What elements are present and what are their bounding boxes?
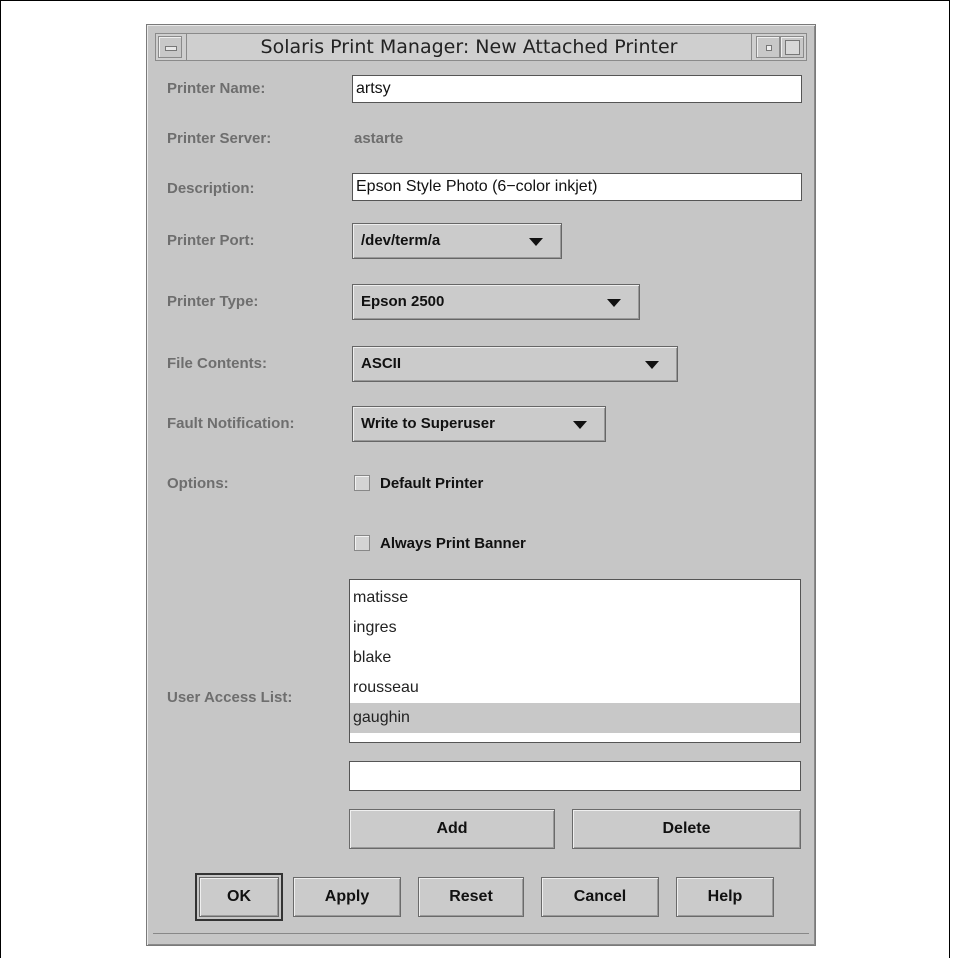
chevron-down-icon <box>645 361 659 369</box>
default-printer-checkbox[interactable] <box>354 475 370 491</box>
list-item[interactable]: rousseau <box>350 673 800 703</box>
printer-name-field[interactable]: artsy <box>352 75 802 103</box>
maximize-button[interactable] <box>780 36 804 58</box>
help-button[interactable]: Help <box>676 877 774 917</box>
description-field[interactable]: Epson Style Photo (6−color inkjet) <box>352 173 802 201</box>
minimize-icon <box>766 45 772 51</box>
window-title: Solaris Print Manager: New Attached Prin… <box>186 34 752 60</box>
user-access-listbox[interactable]: matisse ingres blake rousseau gaughin <box>349 579 801 743</box>
file-contents-value: ASCII <box>361 355 402 372</box>
printer-type-label: Printer Type: <box>167 293 259 310</box>
file-contents-dropdown[interactable]: ASCII <box>352 346 678 382</box>
delete-button[interactable]: Delete <box>572 809 801 849</box>
print-manager-window: Solaris Print Manager: New Attached Prin… <box>146 24 816 946</box>
printer-port-dropdown[interactable]: /dev/term/a <box>352 223 562 259</box>
list-item[interactable]: matisse <box>350 583 800 613</box>
reset-button[interactable]: Reset <box>418 877 524 917</box>
printer-type-value: Epson 2500 <box>361 293 445 310</box>
chevron-down-icon <box>573 421 587 429</box>
printer-server-label: Printer Server: <box>167 130 272 147</box>
bottom-divider <box>153 933 809 934</box>
chevron-down-icon <box>529 238 543 246</box>
printer-port-value: /dev/term/a <box>361 232 441 249</box>
ok-button[interactable]: OK <box>195 873 283 921</box>
cancel-button[interactable]: Cancel <box>541 877 659 917</box>
printer-type-dropdown[interactable]: Epson 2500 <box>352 284 640 320</box>
maximize-icon <box>785 40 800 55</box>
title-bar[interactable]: Solaris Print Manager: New Attached Prin… <box>155 33 807 61</box>
list-item[interactable]: ingres <box>350 613 800 643</box>
printer-port-label: Printer Port: <box>167 232 255 249</box>
options-label: Options: <box>167 475 229 492</box>
window-menu-button[interactable] <box>158 36 182 58</box>
fault-notification-value: Write to Superuser <box>361 415 495 432</box>
minimize-button[interactable] <box>756 36 780 58</box>
window-menu-icon <box>165 46 177 51</box>
file-contents-label: File Contents: <box>167 355 267 372</box>
printer-name-label: Printer Name: <box>167 80 266 97</box>
always-print-banner-checkbox[interactable] <box>354 535 370 551</box>
always-print-banner-label: Always Print Banner <box>380 535 526 552</box>
user-entry-field[interactable] <box>349 761 801 791</box>
fault-notification-label: Fault Notification: <box>167 415 295 432</box>
add-button[interactable]: Add <box>349 809 555 849</box>
list-item[interactable]: blake <box>350 643 800 673</box>
chevron-down-icon <box>607 299 621 307</box>
apply-button[interactable]: Apply <box>293 877 401 917</box>
default-printer-label: Default Printer <box>380 475 484 492</box>
user-access-list-label: User Access List: <box>167 689 293 706</box>
fault-notification-dropdown[interactable]: Write to Superuser <box>352 406 606 442</box>
list-item-selected[interactable]: gaughin <box>350 703 800 733</box>
printer-server-value: astarte <box>354 130 404 147</box>
description-label: Description: <box>167 180 255 197</box>
